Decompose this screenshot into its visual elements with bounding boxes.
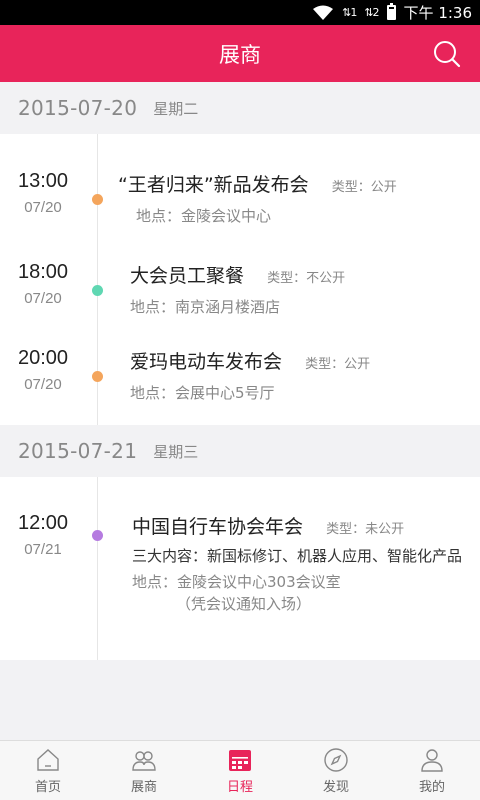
sim2-signal: ⇅2	[364, 6, 379, 19]
event-item[interactable]: 13:00 07/20 “王者归来”新品发布会 类型：公开 地点：金陵会议中心	[0, 170, 480, 250]
tab-label: 发现	[322, 780, 349, 795]
event-location: 地点：金陵会议中心	[136, 207, 272, 225]
tab-discover[interactable]: 发现	[288, 741, 384, 800]
event-item[interactable]: 12:00 07/21 中国自行车协会年会 类型：未公开 三大内容： 新国标修订…	[0, 512, 480, 652]
schedule-list[interactable]: 2015-07-20 星期二 13:00 07/20 “王者归来”新品发布会 类…	[0, 82, 480, 740]
wifi-icon	[313, 5, 334, 20]
timeline-dot	[92, 530, 103, 541]
tab-home[interactable]: 首页	[0, 741, 96, 800]
date-label: 2015-07-21	[18, 439, 138, 463]
event-location: 地点：南京涵月楼酒店	[130, 298, 281, 316]
tab-label: 展商	[130, 780, 157, 795]
event-time-hour: 18:00	[17, 261, 69, 283]
weekday-label: 星期二	[153, 99, 199, 118]
event-info: 大会员工聚餐 类型：不公开 地点：南京涵月楼酒店	[130, 261, 470, 318]
tab-exhibitors[interactable]: 展商	[96, 741, 192, 800]
battery-icon	[386, 3, 396, 20]
event-time: 20:00 07/20	[0, 347, 86, 427]
event-type: 类型：公开	[305, 357, 371, 372]
calendar-icon	[229, 750, 251, 771]
clock: 下午 1:36	[403, 4, 472, 22]
event-date: 07/21	[24, 541, 62, 558]
event-item[interactable]: 18:00 07/20 大会员工聚餐 类型：不公开 地点：南京涵月楼酒店	[0, 261, 480, 341]
event-location: 地点：金陵会议中心303会议室	[132, 573, 341, 591]
bottom-tab-bar: 首页 展商 日程 发现 我的	[0, 740, 480, 800]
event-info: 中国自行车协会年会 类型：未公开 三大内容： 新国标修订、机器人应用、智能化产品…	[132, 512, 470, 615]
event-type: 类型：未公开	[326, 522, 405, 537]
event-info: “王者归来”新品发布会 类型：公开 地点：金陵会议中心	[118, 170, 470, 227]
weekday-label: 星期三	[153, 442, 199, 461]
tab-label: 首页	[34, 780, 61, 795]
page-title: 展商	[219, 42, 261, 67]
event-date: 07/20	[24, 290, 62, 307]
event-title: “王者归来”新品发布会	[118, 174, 309, 196]
people-icon	[132, 751, 156, 771]
event-location: 地点：会展中心5号厅	[130, 384, 275, 402]
event-time-hour: 13:00	[17, 170, 69, 192]
home-icon	[37, 749, 59, 771]
date-header: 2015-07-21 星期三	[0, 425, 480, 477]
event-date: 07/20	[24, 199, 62, 216]
event-group: 13:00 07/20 “王者归来”新品发布会 类型：公开 地点：金陵会议中心 …	[0, 134, 480, 425]
timeline-dot	[92, 194, 103, 205]
timeline-dot	[92, 285, 103, 296]
event-content-text: 新国标修订、机器人应用、智能化产品	[207, 547, 463, 565]
event-title: 爱玛电动车发布会	[130, 351, 283, 373]
event-title: 大会员工聚餐	[130, 265, 245, 287]
tab-label: 我的	[418, 780, 445, 795]
event-date: 07/20	[24, 376, 62, 393]
event-info: 爱玛电动车发布会 类型：公开 地点：会展中心5号厅	[130, 347, 470, 404]
event-time: 12:00 07/21	[0, 512, 86, 652]
tab-mine[interactable]: 我的	[384, 741, 480, 800]
event-time: 13:00 07/20	[0, 170, 86, 250]
event-time-hour: 20:00	[17, 347, 69, 369]
app-header: 展商	[0, 25, 480, 82]
timeline-dot	[92, 371, 103, 382]
event-time: 18:00 07/20	[0, 261, 86, 341]
event-title: 中国自行车协会年会	[132, 516, 304, 538]
search-icon[interactable]	[432, 39, 462, 69]
compass-icon	[324, 748, 348, 772]
sim1-signal: ⇅1	[342, 6, 357, 19]
event-item[interactable]: 20:00 07/20 爱玛电动车发布会 类型：公开 地点：会展中心5号厅	[0, 347, 480, 427]
tab-label: 日程	[226, 780, 253, 795]
event-content: 三大内容： 新国标修订、机器人应用、智能化产品	[132, 545, 470, 567]
status-bar: ⇅1 ⇅2 下午 1:36	[0, 0, 480, 25]
event-location-note: （凭会议通知入场）	[176, 595, 312, 613]
event-type: 类型：公开	[331, 180, 397, 195]
event-time-hour: 12:00	[17, 512, 69, 534]
event-content-label: 三大内容：	[132, 547, 208, 565]
date-header: 2015-07-20 星期二	[0, 82, 480, 134]
event-type: 类型：不公开	[267, 271, 346, 286]
user-icon	[421, 749, 443, 772]
tab-schedule[interactable]: 日程	[192, 741, 288, 800]
date-label: 2015-07-20	[18, 96, 138, 120]
event-group: 12:00 07/21 中国自行车协会年会 类型：未公开 三大内容： 新国标修订…	[0, 477, 480, 660]
